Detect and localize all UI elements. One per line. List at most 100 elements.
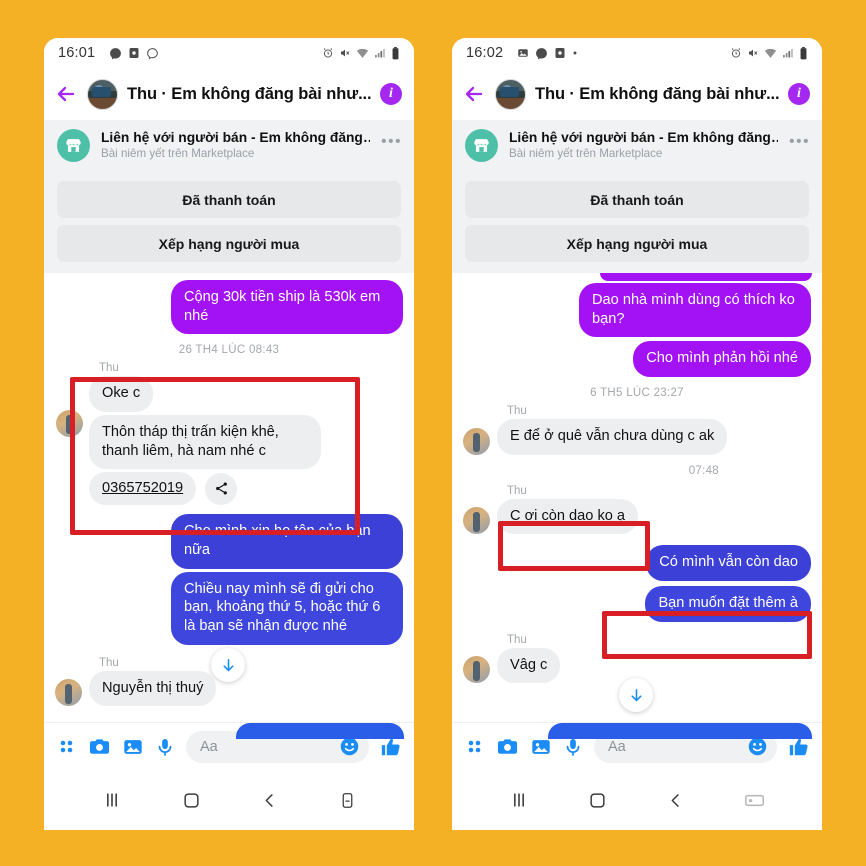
marketplace-banner[interactable]: Liên hệ với người bán - Em không đăng… B… <box>44 120 414 170</box>
emoji-icon[interactable] <box>747 736 768 757</box>
message-row: Có mình vẫn còn dao <box>463 545 811 582</box>
message-bubble[interactable]: Chiều nay mình sẽ đi gửi cho bạn, khoảng… <box>171 571 403 645</box>
sender-label: Thu <box>99 656 119 669</box>
avatar[interactable] <box>495 78 526 110</box>
android-navbar <box>452 770 822 830</box>
sender-label: Thu <box>507 484 527 497</box>
message-bubble[interactable]: Oke c <box>89 376 154 413</box>
phone-number-bubble[interactable]: 0365752019 <box>89 472 197 506</box>
avatar[interactable] <box>463 656 490 684</box>
avatar[interactable] <box>55 679 82 707</box>
status-bar-right <box>322 46 400 60</box>
phone-screenshot-right: 16:02 Thu · Em không đăng bài như... i L… <box>452 38 822 830</box>
marketplace-subtitle: Bài niêm yết trên Marketplace <box>101 147 255 160</box>
message-bubble[interactable]: C ơi còn dao ko ạ <box>497 498 639 535</box>
back-arrow-icon[interactable] <box>462 82 486 106</box>
overflow-menu-icon[interactable]: ••• <box>381 129 402 151</box>
screenshot-canvas: 16:01 Thu · Em không đăng bài như... i L… <box>0 0 866 866</box>
rate-buyer-button[interactable]: Xếp hạng người mua <box>57 225 401 262</box>
microphone-icon[interactable] <box>155 737 175 757</box>
battery-icon <box>800 46 807 59</box>
conversation-list[interactable]: Cộng 30k tiền ship là 530k em nhé 26 TH4… <box>44 273 414 739</box>
scroll-down-icon[interactable] <box>211 648 245 682</box>
keyboard-icon[interactable] <box>339 791 356 810</box>
info-icon[interactable] <box>788 83 810 105</box>
gallery-icon[interactable] <box>122 736 144 758</box>
marketplace-subtitle: Bài niêm yết trên Marketplace <box>509 147 663 160</box>
back-icon[interactable] <box>260 791 279 810</box>
camera-icon[interactable] <box>88 735 111 758</box>
message-bubble[interactable]: E để ở quê vẫn chưa dùng c ak <box>497 419 728 455</box>
composer-placeholder: Aa <box>200 738 218 755</box>
message-row: C ơi còn dao ko ạ <box>463 498 811 535</box>
avatar[interactable] <box>56 410 83 437</box>
message-bubble[interactable]: Vâg c <box>497 647 561 684</box>
avatar[interactable] <box>463 427 490 455</box>
gallery-icon <box>518 49 529 57</box>
message-row: Bạn muốn đặt thêm à <box>463 586 811 622</box>
wifi-icon <box>356 48 369 58</box>
sender-label: Thu <box>99 362 119 375</box>
alarm-icon <box>323 48 333 58</box>
messenger-icon <box>110 47 122 59</box>
message-bubble[interactable]: Thôn tháp thị trấn kiện khê, thanh liêm,… <box>89 415 321 470</box>
home-icon[interactable] <box>182 791 201 810</box>
message-bubble[interactable]: Dao nhà mình dùng có thích ko bạn? <box>579 283 811 338</box>
paid-button[interactable]: Đã thanh toán <box>465 181 809 218</box>
page-title: Thu · Em không đăng bài như... <box>535 84 779 103</box>
emoji-icon[interactable] <box>339 736 360 757</box>
status-bar-right <box>730 46 808 60</box>
message-bubble[interactable]: Bạn muốn đặt thêm à <box>645 586 811 622</box>
signal-icon <box>783 49 793 58</box>
overflow-menu-icon[interactable]: ••• <box>789 129 810 151</box>
composer-placeholder: Aa <box>608 738 626 755</box>
share-icon[interactable] <box>205 472 238 505</box>
status-time: 16:02 <box>466 45 504 61</box>
message-row: E để ở quê vẫn chưa dùng c ak <box>463 419 811 455</box>
chat-header: Thu · Em không đăng bài như... <box>44 68 414 120</box>
info-icon[interactable] <box>380 83 402 105</box>
status-bar-left: 16:01 <box>58 45 322 61</box>
android-navbar <box>44 770 414 830</box>
message-bubble[interactable]: Cộng 30k tiền ship là 530k em nhé <box>171 280 403 335</box>
microphone-icon[interactable] <box>563 737 583 757</box>
avatar[interactable] <box>87 78 118 110</box>
phone-number-row: 0365752019 <box>89 472 238 506</box>
paid-button[interactable]: Đã thanh toán <box>57 181 401 218</box>
app-square-icon <box>555 48 565 58</box>
message-bubble[interactable]: Cho mình phản hồi nhé <box>633 341 811 378</box>
marketplace-title: Liên hệ với người bán - Em không đăng… <box>101 130 370 145</box>
message-bubble[interactable]: Nguyễn thị thuý <box>89 670 217 707</box>
marketplace-store-icon <box>465 129 498 162</box>
rate-buyer-button[interactable]: Xếp hạng người mua <box>465 225 809 262</box>
scroll-down-icon[interactable] <box>619 678 653 712</box>
sender-label: Thu <box>507 633 527 646</box>
home-icon[interactable] <box>588 791 607 810</box>
apps-grid-icon[interactable] <box>56 736 77 757</box>
signal-icon <box>375 49 385 58</box>
messenger-icon <box>536 47 548 59</box>
marketplace-banner[interactable]: Liên hệ với người bán - Em không đăng… B… <box>452 120 822 170</box>
recents-icon[interactable] <box>102 790 122 810</box>
message-row: Dao nhà mình dùng có thích ko bạn? <box>463 283 811 338</box>
mute-icon <box>341 49 350 57</box>
camera-icon[interactable] <box>496 735 519 758</box>
message-bubble[interactable]: Cho mình xin họ tên của bạn nữa <box>171 514 403 569</box>
battery-icon <box>392 46 399 59</box>
status-bar: 16:02 <box>452 38 822 68</box>
conversation-list[interactable]: Dao nhà mình dùng có thích ko bạn? Cho m… <box>452 273 822 739</box>
keyboard-icon[interactable] <box>744 793 765 808</box>
avatar[interactable] <box>463 507 490 535</box>
back-icon[interactable] <box>666 791 685 810</box>
back-arrow-icon[interactable] <box>54 82 78 106</box>
recents-icon[interactable] <box>509 790 529 810</box>
messenger-outline-icon <box>147 47 159 59</box>
marketplace-actions: Đã thanh toán Xếp hạng người mua <box>44 170 414 273</box>
message-bubble[interactable]: Có mình vẫn còn dao <box>646 545 811 582</box>
message-row: Cho mình phản hồi nhé <box>463 341 811 378</box>
status-time: 16:01 <box>58 45 96 61</box>
message-timestamp: 26 TH4 LÚC 08:43 <box>178 344 280 357</box>
marketplace-store-icon <box>57 129 90 162</box>
apps-grid-icon[interactable] <box>464 736 485 757</box>
status-bar-left: 16:02 <box>466 45 730 61</box>
